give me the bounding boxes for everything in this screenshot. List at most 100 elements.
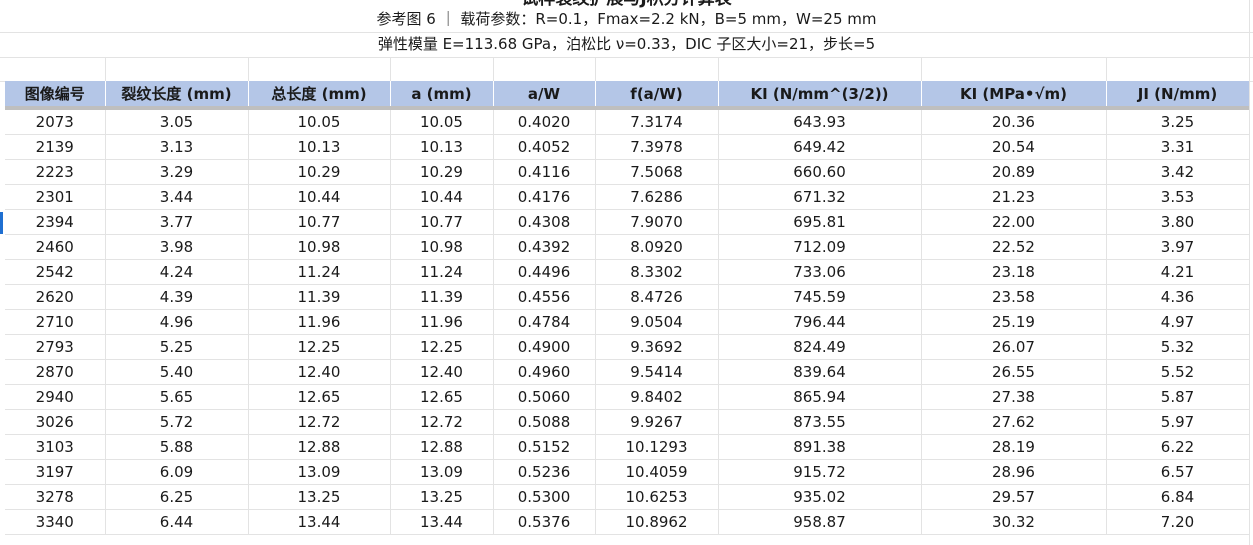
cell-a[interactable]: 10.05 [390,108,494,135]
cell-f-a-over-w[interactable]: 7.3978 [595,134,719,160]
cell-ki-mpa[interactable]: 29.57 [921,484,1107,510]
cell-crack-length[interactable]: 5.65 [105,384,249,410]
cell-ji[interactable]: 3.25 [1106,108,1250,135]
cell-crack-length[interactable]: 5.25 [105,334,249,360]
cell-ki-nmm[interactable]: 712.09 [718,234,922,260]
cell-total-length[interactable]: 12.65 [248,384,391,410]
subtitle-load-parameters[interactable]: 参考图 6 ｜ 载荷参数：R=0.1，Fmax=2.2 kN，B=5 mm，W=… [0,7,1253,33]
cell-total-length[interactable]: 13.09 [248,459,391,485]
cell-ki-nmm[interactable]: 839.64 [718,359,922,385]
cell-image-id[interactable]: 2223 [5,159,106,185]
cell-a[interactable]: 10.13 [390,134,494,160]
cell-total-length[interactable]: 12.72 [248,409,391,435]
cell-ki-nmm[interactable]: 958.87 [718,509,922,535]
cell-f-a-over-w[interactable]: 10.4059 [595,459,719,485]
cell-ki-nmm[interactable]: 745.59 [718,284,922,310]
cell-total-length[interactable]: 12.88 [248,434,391,460]
cell-ki-mpa[interactable]: 25.19 [921,309,1107,335]
cell-a[interactable]: 10.77 [390,209,494,235]
cell-ji[interactable]: 3.42 [1106,159,1250,185]
cell-image-id[interactable]: 2394 [5,209,106,235]
cell-f-a-over-w[interactable]: 10.6253 [595,484,719,510]
cell-ki-mpa[interactable]: 27.38 [921,384,1107,410]
cell-a[interactable]: 12.72 [390,409,494,435]
cell-a[interactable]: 11.39 [390,284,494,310]
cell-total-length[interactable]: 12.40 [248,359,391,385]
cell-f-a-over-w[interactable]: 10.1293 [595,434,719,460]
cell-total-length[interactable]: 11.96 [248,309,391,335]
cell-ji[interactable]: 5.52 [1106,359,1250,385]
cell-a-over-w[interactable]: 0.4308 [493,209,596,235]
cell-a[interactable]: 13.44 [390,509,494,535]
cell-ki-mpa[interactable]: 30.32 [921,509,1107,535]
cell-ki-mpa[interactable]: 20.89 [921,159,1107,185]
cell-crack-length[interactable]: 3.13 [105,134,249,160]
cell-a[interactable]: 10.44 [390,184,494,210]
cell-ki-mpa[interactable]: 22.00 [921,209,1107,235]
subtitle-material-parameters[interactable]: 弹性模量 E=113.68 GPa，泊松比 ν=0.33，DIC 子区大小=21… [0,32,1253,58]
column-header-ji[interactable]: JI (N/mm) [1106,81,1250,110]
cell-ki-mpa[interactable]: 26.55 [921,359,1107,385]
column-header-f-a-over-w[interactable]: f(a/W) [595,81,719,110]
cell-ji[interactable]: 4.21 [1106,259,1250,285]
cell-crack-length[interactable]: 3.29 [105,159,249,185]
cell-ki-nmm[interactable]: 873.55 [718,409,922,435]
cell-a[interactable]: 10.29 [390,159,494,185]
cell-ji[interactable]: 4.97 [1106,309,1250,335]
cell-ki-nmm[interactable]: 935.02 [718,484,922,510]
cell-ji[interactable]: 3.80 [1106,209,1250,235]
cell-total-length[interactable]: 10.29 [248,159,391,185]
cell-ki-nmm[interactable]: 891.38 [718,434,922,460]
cell-image-id[interactable]: 2542 [5,259,106,285]
cell-ji[interactable]: 5.87 [1106,384,1250,410]
cell-ki-nmm[interactable]: 796.44 [718,309,922,335]
cell-ki-nmm[interactable]: 660.60 [718,159,922,185]
cell-ki-mpa[interactable]: 23.18 [921,259,1107,285]
cell-a[interactable]: 11.96 [390,309,494,335]
cell-a-over-w[interactable]: 0.4496 [493,259,596,285]
cell-a-over-w[interactable]: 0.4392 [493,234,596,260]
cell-f-a-over-w[interactable]: 9.8402 [595,384,719,410]
empty-spreadsheet-row[interactable] [0,57,1253,82]
cell-image-id[interactable]: 2460 [5,234,106,260]
cell-a[interactable]: 13.09 [390,459,494,485]
cell-ki-mpa[interactable]: 28.19 [921,434,1107,460]
cell-total-length[interactable]: 10.13 [248,134,391,160]
cell-image-id[interactable]: 2940 [5,384,106,410]
cell-image-id[interactable]: 2301 [5,184,106,210]
cell-ki-nmm[interactable]: 695.81 [718,209,922,235]
cell-a-over-w[interactable]: 0.4900 [493,334,596,360]
cell-a-over-w[interactable]: 0.4020 [493,108,596,135]
cell-ki-nmm[interactable]: 671.32 [718,184,922,210]
column-header-crack-length[interactable]: 裂纹长度 (mm) [105,81,249,110]
cell-a-over-w[interactable]: 0.4784 [493,309,596,335]
cell-crack-length[interactable]: 3.77 [105,209,249,235]
cell-crack-length[interactable]: 6.44 [105,509,249,535]
cell-total-length[interactable]: 10.44 [248,184,391,210]
cell-total-length[interactable]: 10.98 [248,234,391,260]
cell-f-a-over-w[interactable]: 8.3302 [595,259,719,285]
cell-ji[interactable]: 6.84 [1106,484,1250,510]
cell-crack-length[interactable]: 5.40 [105,359,249,385]
cell-f-a-over-w[interactable]: 9.3692 [595,334,719,360]
cell-total-length[interactable]: 11.24 [248,259,391,285]
column-header-a[interactable]: a (mm) [390,81,494,110]
cell-crack-length[interactable]: 4.24 [105,259,249,285]
cell-image-id[interactable]: 2710 [5,309,106,335]
cell-a-over-w[interactable]: 0.4116 [493,159,596,185]
cell-ki-mpa[interactable]: 26.07 [921,334,1107,360]
cell-crack-length[interactable]: 4.96 [105,309,249,335]
cell-total-length[interactable]: 10.05 [248,108,391,135]
cell-ji[interactable]: 3.31 [1106,134,1250,160]
column-header-image-id[interactable]: 图像编号 [5,81,106,110]
cell-ki-mpa[interactable]: 23.58 [921,284,1107,310]
cell-a-over-w[interactable]: 0.5300 [493,484,596,510]
cell-f-a-over-w[interactable]: 9.0504 [595,309,719,335]
cell-image-id[interactable]: 3340 [5,509,106,535]
cell-crack-length[interactable]: 3.98 [105,234,249,260]
cell-f-a-over-w[interactable]: 7.9070 [595,209,719,235]
cell-ki-mpa[interactable]: 20.36 [921,108,1107,135]
cell-total-length[interactable]: 12.25 [248,334,391,360]
cell-ji[interactable]: 5.32 [1106,334,1250,360]
column-header-ki-nmm[interactable]: KI (N/mm^(3/2)) [718,81,922,110]
